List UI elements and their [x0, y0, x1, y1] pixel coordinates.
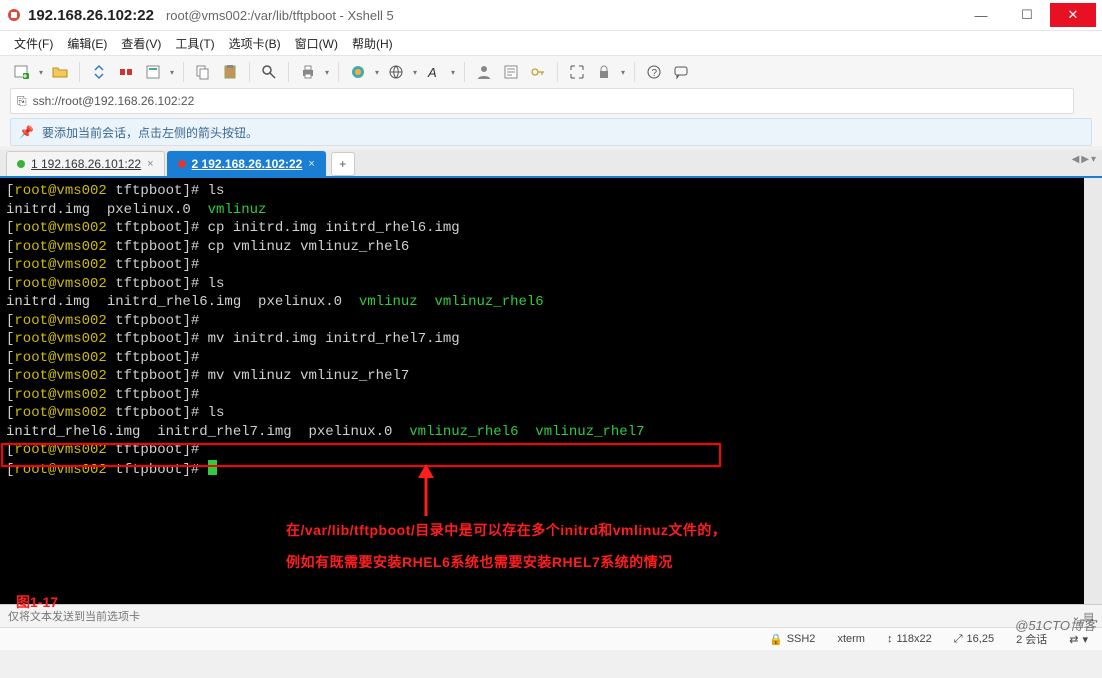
paste-icon[interactable]	[218, 60, 242, 84]
menu-help[interactable]: 帮助(H)	[352, 35, 393, 52]
print-icon[interactable]	[296, 60, 320, 84]
title-bar: 192.168.26.102:22 root@vms002:/var/lib/t…	[0, 0, 1102, 30]
session-tab-1[interactable]: 1 192.168.26.101:22 ×	[6, 151, 165, 176]
chat-icon[interactable]	[669, 60, 693, 84]
address-text: ssh://root@192.168.26.102:22	[33, 94, 195, 108]
status-dot-icon	[178, 160, 186, 168]
watermark-text: @51CTO博客	[1015, 615, 1096, 634]
encoding-icon[interactable]	[384, 60, 408, 84]
status-term: xterm	[837, 633, 865, 645]
main-toolbar: ▾ ▾ ▾ ▾ ▾ A ▾ ▾ ?	[0, 56, 1102, 88]
help-icon[interactable]: ?	[642, 60, 666, 84]
color-icon[interactable]	[346, 60, 370, 84]
address-bar[interactable]: ⎘ ssh://root@192.168.26.102:22	[10, 88, 1074, 114]
svg-text:?: ?	[652, 68, 658, 79]
status-protocol: SSH2	[787, 633, 816, 645]
properties-dropdown[interactable]: ▾	[168, 68, 176, 77]
menu-tools[interactable]: 工具(T)	[175, 35, 214, 52]
open-icon[interactable]	[48, 60, 72, 84]
new-session-icon[interactable]	[10, 60, 34, 84]
address-prefix-icon: ⎘	[17, 94, 27, 109]
status-bar: 🔒SSH2 xterm ↕118x22 ⤢16,25 2 会话 ⇄▾	[0, 627, 1102, 650]
font-icon[interactable]: A	[422, 60, 446, 84]
tab-close-icon[interactable]: ×	[308, 158, 314, 170]
color-dropdown[interactable]: ▾	[373, 68, 381, 77]
annotation-text-1: 在/var/lib/tftpboot/目录中是可以存在多个initrd和vmli…	[286, 520, 726, 540]
menu-window[interactable]: 窗口(W)	[295, 35, 338, 52]
toolbar-area: ▾ ▾ ▾ ▾ ▾ A ▾ ▾ ? ⎘ ssh://root@19	[0, 55, 1102, 146]
new-tab-button[interactable]: +	[331, 152, 355, 176]
annotation-text-2: 例如有既需要安装RHEL6系统也需要安装RHEL7系统的情况	[286, 552, 673, 572]
reconnect-icon[interactable]	[87, 60, 111, 84]
window-title-path: root@vms002:/var/lib/tftpboot - Xshell 5	[166, 8, 394, 23]
menu-tabs[interactable]: 选项卡(B)	[229, 35, 281, 52]
figure-label: 图1-17	[16, 592, 58, 612]
menu-edit[interactable]: 编辑(E)	[67, 35, 107, 52]
fullscreen-icon[interactable]	[565, 60, 589, 84]
encoding-dropdown[interactable]: ▾	[411, 68, 419, 77]
status-connect-icon: ⇄	[1069, 633, 1078, 646]
find-icon[interactable]	[257, 60, 281, 84]
tab-nav-right-icon[interactable]: ▶	[1081, 154, 1089, 165]
status-cursor-pos: 16,25	[967, 633, 995, 645]
status-activity-icon: ▾	[1082, 633, 1088, 646]
info-add-icon[interactable]: 📌	[19, 125, 34, 139]
maximize-button[interactable]: ☐	[1004, 4, 1050, 26]
terminal-output[interactable]: [root@vms002 tftpboot]# ls initrd.img px…	[0, 178, 1102, 604]
tab-nav-left-icon[interactable]: ◀	[1072, 154, 1080, 165]
print-dropdown[interactable]: ▾	[323, 68, 331, 77]
properties-icon[interactable]	[141, 60, 165, 84]
lock-icon[interactable]	[592, 60, 616, 84]
close-button[interactable]: ✕	[1050, 3, 1096, 27]
window-title-ip: 192.168.26.102:22	[28, 7, 154, 24]
menu-view[interactable]: 查看(V)	[121, 35, 161, 52]
lock-dropdown[interactable]: ▾	[619, 68, 627, 77]
copy-icon[interactable]	[191, 60, 215, 84]
script-icon[interactable]	[499, 60, 523, 84]
font-dropdown[interactable]: ▾	[449, 68, 457, 77]
new-session-dropdown[interactable]: ▾	[37, 68, 45, 77]
minimize-button[interactable]: —	[958, 4, 1004, 26]
session-tab-2[interactable]: 2 192.168.26.102:22 ×	[167, 151, 326, 176]
terminal-scrollbar[interactable]	[1086, 180, 1100, 380]
status-pos-icon: ⤢	[954, 633, 963, 646]
info-text: 要添加当前会话，点击左侧的箭头按钮。	[42, 124, 258, 141]
tab-strip: 1 192.168.26.101:22 × 2 192.168.26.102:2…	[0, 150, 1102, 178]
tab-label: 2 192.168.26.102:22	[192, 157, 303, 171]
info-bar: 📌 要添加当前会话，点击左侧的箭头按钮。	[10, 118, 1092, 146]
status-size: 118x22	[896, 633, 931, 645]
svg-text:A: A	[427, 65, 437, 80]
status-dot-icon	[17, 160, 25, 168]
tab-close-icon[interactable]: ×	[147, 158, 153, 170]
status-size-icon: ↕	[887, 633, 893, 645]
send-bar[interactable]: 仅将文本发送到当前选项卡 ⌄ ▤	[0, 604, 1102, 627]
app-icon	[6, 7, 22, 23]
tab-nav-menu-icon[interactable]: ▾	[1091, 154, 1096, 165]
key-icon[interactable]	[526, 60, 550, 84]
menu-bar: 文件(F) 编辑(E) 查看(V) 工具(T) 选项卡(B) 窗口(W) 帮助(…	[0, 30, 1102, 55]
disconnect-icon[interactable]	[114, 60, 138, 84]
menu-file[interactable]: 文件(F)	[14, 35, 53, 52]
status-proto-icon: 🔒	[769, 633, 783, 646]
tab-label: 1 192.168.26.101:22	[31, 157, 141, 171]
user-icon[interactable]	[472, 60, 496, 84]
